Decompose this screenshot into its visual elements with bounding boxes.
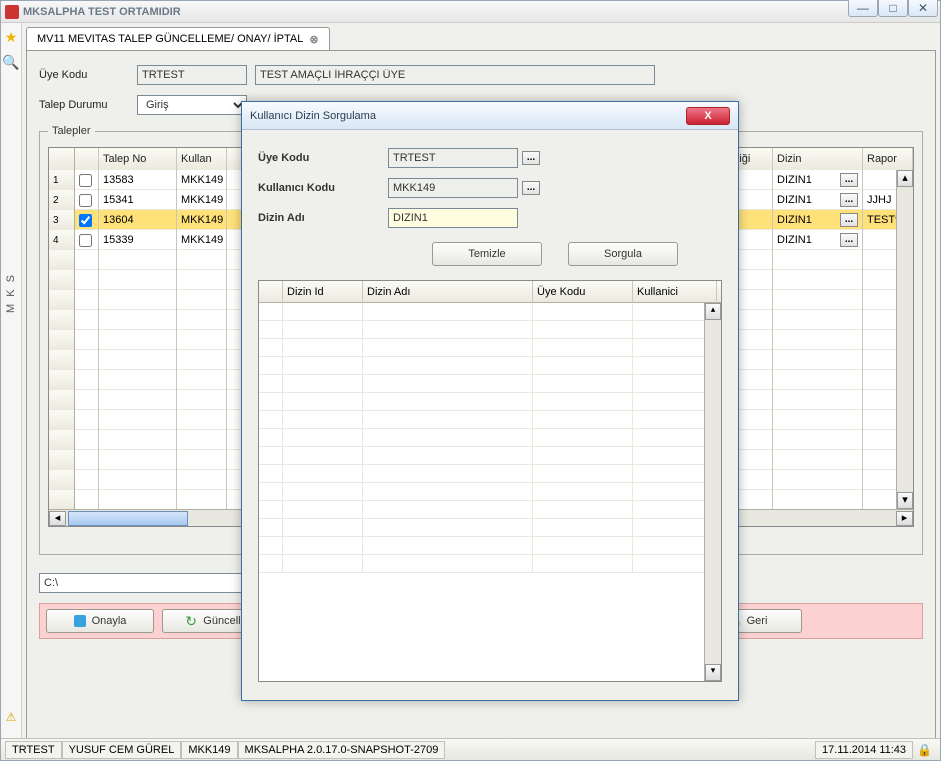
row-checkbox[interactable] xyxy=(79,234,92,247)
left-sidebar: ★ 🔍 M K S ⚠ xyxy=(1,23,22,760)
status-version: MKSALPHA 2.0.17.0-SNAPSHOT-2709 xyxy=(238,741,446,759)
approve-icon xyxy=(74,615,86,627)
mks-label: M K S xyxy=(5,273,17,313)
m-dizin-adi-label: Dizin Adı xyxy=(258,212,388,224)
m-kullanici-kodu-lookup[interactable]: ... xyxy=(522,181,540,195)
minimize-button[interactable]: — xyxy=(848,0,878,17)
table-row[interactable] xyxy=(259,555,721,573)
table-row[interactable] xyxy=(259,537,721,555)
table-row[interactable] xyxy=(259,321,721,339)
table-row[interactable] xyxy=(259,465,721,483)
modal-title: Kullanıcı Dizin Sorgulama xyxy=(250,110,376,122)
talep-durumu-select[interactable]: Giriş xyxy=(137,95,247,115)
uye-adi-input xyxy=(255,65,655,85)
dizin-lookup[interactable]: ... xyxy=(840,193,858,207)
table-row[interactable] xyxy=(259,339,721,357)
row-checkbox[interactable] xyxy=(79,194,92,207)
table-row[interactable] xyxy=(259,429,721,447)
search-icon[interactable]: 🔍 xyxy=(2,54,19,71)
mcol-kullanici[interactable]: Kullanici xyxy=(633,281,717,303)
table-row[interactable] xyxy=(259,411,721,429)
tab-mv11[interactable]: MV11 MEVITAS TALEP GÜNCELLEME/ ONAY/ İPT… xyxy=(26,27,330,50)
status-kod: MKK149 xyxy=(181,741,237,759)
favorite-icon[interactable]: ★ xyxy=(5,29,18,46)
main-window: MKSALPHA TEST ORTAMIDIR — □ ✕ ★ 🔍 M K S … xyxy=(0,0,941,761)
table-row[interactable] xyxy=(259,501,721,519)
row-checkbox[interactable] xyxy=(79,174,92,187)
mcol-dizinadi[interactable]: Dizin Adı xyxy=(363,281,533,303)
m-dizin-adi-input[interactable] xyxy=(388,208,518,228)
m-temizle-button[interactable]: Temizle xyxy=(432,242,542,266)
tab-label: MV11 MEVITAS TALEP GÜNCELLEME/ ONAY/ İPT… xyxy=(37,33,303,45)
m-uye-kodu-label: Üye Kodu xyxy=(258,152,388,164)
col-rapor[interactable]: Rapor xyxy=(863,148,913,170)
modal-grid-vscroll[interactable]: ▴▾ xyxy=(704,303,721,681)
close-button[interactable]: ✕ xyxy=(908,0,938,17)
table-row[interactable] xyxy=(259,303,721,321)
table-row[interactable] xyxy=(259,519,721,537)
update-icon: ↻ xyxy=(185,615,197,627)
grid-vscroll[interactable]: ▴▾ xyxy=(896,170,913,509)
col-dizin[interactable]: Dizin xyxy=(773,148,863,170)
dizin-lookup[interactable]: ... xyxy=(840,233,858,247)
lock-icon: 🔒 xyxy=(913,741,936,759)
onayla-button[interactable]: Onayla xyxy=(46,609,154,633)
table-row[interactable] xyxy=(259,375,721,393)
col-kullan[interactable]: Kullan xyxy=(177,148,227,170)
app-icon xyxy=(5,5,19,19)
warning-icon[interactable]: ⚠ xyxy=(6,710,17,724)
m-kullanici-kodu-input xyxy=(388,178,518,198)
mcol-uyekodu[interactable]: Üye Kodu xyxy=(533,281,633,303)
uye-kodu-input xyxy=(137,65,247,85)
col-talepno[interactable]: Talep No xyxy=(99,148,177,170)
uye-kodu-label: Üye Kodu xyxy=(39,69,129,81)
dizin-lookup[interactable]: ... xyxy=(840,173,858,187)
row-checkbox[interactable] xyxy=(79,214,92,227)
window-title: MKSALPHA TEST ORTAMIDIR xyxy=(23,6,936,18)
status-datetime: 17.11.2014 11:43 xyxy=(815,741,913,759)
modal-grid: Dizin Id Dizin Adı Üye Kodu Kullanici ▴▾ xyxy=(258,280,722,682)
table-row[interactable] xyxy=(259,483,721,501)
mcol-dizinid[interactable]: Dizin Id xyxy=(283,281,363,303)
table-row[interactable] xyxy=(259,447,721,465)
talep-durumu-label: Talep Durumu xyxy=(39,99,129,111)
table-row[interactable] xyxy=(259,357,721,375)
maximize-button[interactable]: □ xyxy=(878,0,908,17)
status-uye: TRTEST xyxy=(5,741,62,759)
m-uye-kodu-input xyxy=(388,148,518,168)
table-row[interactable] xyxy=(259,393,721,411)
m-sorgula-button[interactable]: Sorgula xyxy=(568,242,678,266)
titlebar: MKSALPHA TEST ORTAMIDIR — □ ✕ xyxy=(1,1,940,23)
tab-close-icon[interactable]: ⊗ xyxy=(309,33,318,46)
modal-titlebar: Kullanıcı Dizin Sorgulama X xyxy=(242,102,738,130)
dizin-lookup[interactable]: ... xyxy=(840,213,858,227)
status-bar: TRTEST YUSUF CEM GÜREL MKK149 MKSALPHA 2… xyxy=(1,738,940,760)
talepler-legend: Talepler xyxy=(48,125,95,137)
tab-strip: MV11 MEVITAS TALEP GÜNCELLEME/ ONAY/ İPT… xyxy=(26,27,936,51)
status-user: YUSUF CEM GÜREL xyxy=(62,741,182,759)
m-kullanici-kodu-label: Kullanıcı Kodu xyxy=(258,182,388,194)
m-uye-kodu-lookup[interactable]: ... xyxy=(522,151,540,165)
modal-close-button[interactable]: X xyxy=(686,107,730,125)
dizin-sorgulama-dialog: Kullanıcı Dizin Sorgulama X Üye Kodu ...… xyxy=(241,101,739,701)
